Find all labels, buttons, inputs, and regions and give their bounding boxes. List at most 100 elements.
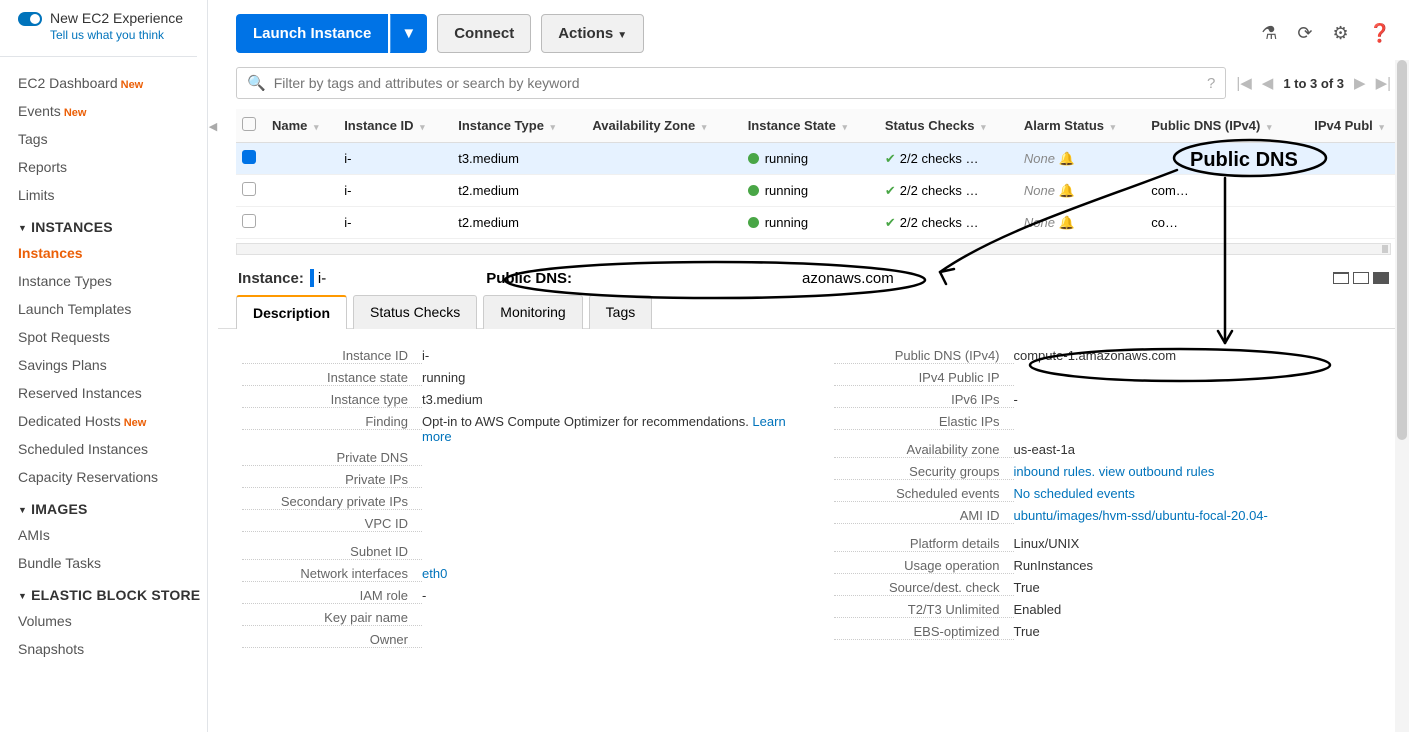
desc-key: Usage operation xyxy=(834,558,1014,574)
desc-link[interactable]: inbound rules. view outbound rules xyxy=(1014,464,1215,479)
desc-key: EBS-optimized xyxy=(834,624,1014,640)
col-availability-zone[interactable]: Availability Zone ▾ xyxy=(586,109,741,143)
desc-value: RunInstances xyxy=(1014,558,1386,574)
experiment-icon[interactable]: ⚗ xyxy=(1261,23,1277,44)
desc-value: No scheduled events xyxy=(1014,486,1386,502)
desc-row: Public DNS (IPv4)compute-1.amazonaws.com xyxy=(834,345,1386,367)
sidebar-item-reports[interactable]: Reports xyxy=(18,153,207,181)
sidebar-item-snapshots[interactable]: Snapshots xyxy=(18,635,207,663)
desc-value: Linux/UNIX xyxy=(1014,536,1386,552)
vertical-scrollbar[interactable] xyxy=(1395,60,1409,732)
sidebar-item-instances[interactable]: Instances xyxy=(18,239,207,267)
layout-full-icon[interactable] xyxy=(1373,272,1389,284)
layout-icons[interactable] xyxy=(1333,272,1389,284)
desc-row: Source/dest. checkTrue xyxy=(834,577,1386,599)
row-checkbox[interactable] xyxy=(242,150,256,164)
desc-link[interactable]: eth0 xyxy=(422,566,447,581)
desc-value xyxy=(422,450,794,466)
sidebar-collapse[interactable]: ◀ xyxy=(208,0,218,732)
desc-link[interactable]: Learn more xyxy=(422,414,786,444)
pager-first-icon[interactable]: |◀ xyxy=(1236,74,1251,92)
desc-value: Enabled xyxy=(1014,602,1386,618)
launch-dropdown-button[interactable]: ▼ xyxy=(390,14,427,53)
desc-value xyxy=(422,472,794,488)
status-dot-icon xyxy=(748,217,759,228)
horizontal-scrollbar[interactable] xyxy=(236,243,1391,255)
sidebar-item-bundle-tasks[interactable]: Bundle Tasks xyxy=(18,549,207,577)
tab-tags[interactable]: Tags xyxy=(589,295,653,329)
col-instance-state[interactable]: Instance State ▾ xyxy=(742,109,879,143)
sidebar-item-launch-templates[interactable]: Launch Templates xyxy=(18,295,207,323)
search-box[interactable]: 🔍 ? xyxy=(236,67,1226,99)
desc-key: VPC ID xyxy=(242,516,422,532)
sidebar-item-ec2-dashboard[interactable]: EC2 DashboardNew xyxy=(18,69,207,97)
sidebar-item-volumes[interactable]: Volumes xyxy=(18,607,207,635)
bell-icon[interactable]: 🔔 xyxy=(1059,183,1075,198)
col-instance-id[interactable]: Instance ID ▾ xyxy=(338,109,452,143)
row-checkbox[interactable] xyxy=(242,214,256,228)
desc-value: running xyxy=(422,370,794,386)
table-row[interactable]: i-t2.mediumrunning✔2/2 checks …None 🔔co… xyxy=(236,207,1409,239)
search-input[interactable] xyxy=(274,75,1207,91)
table-row[interactable]: i-t2.mediumrunning✔2/2 checks …None 🔔com… xyxy=(236,175,1409,207)
col-public-dns-ipv4-[interactable]: Public DNS (IPv4) ▾ xyxy=(1145,109,1308,143)
desc-value: True xyxy=(1014,580,1386,596)
col-name[interactable]: Name ▾ xyxy=(266,109,338,143)
layout-top-icon[interactable] xyxy=(1333,272,1349,284)
sidebar-item-capacity-reservations[interactable]: Capacity Reservations xyxy=(18,463,207,491)
col-instance-type[interactable]: Instance Type ▾ xyxy=(452,109,586,143)
tab-status-checks[interactable]: Status Checks xyxy=(353,295,477,329)
desc-key: Public DNS (IPv4) xyxy=(834,348,1014,364)
sidebar-item-savings-plans[interactable]: Savings Plans xyxy=(18,351,207,379)
tab-monitoring[interactable]: Monitoring xyxy=(483,295,582,329)
section-images[interactable]: IMAGES xyxy=(18,491,207,521)
actions-button[interactable]: Actions▼ xyxy=(541,14,644,53)
bell-icon[interactable]: 🔔 xyxy=(1059,215,1075,230)
sidebar-item-instance-types[interactable]: Instance Types xyxy=(18,267,207,295)
tab-description[interactable]: Description xyxy=(236,295,347,329)
connect-button[interactable]: Connect xyxy=(437,14,531,53)
desc-row: Platform detailsLinux/UNIX xyxy=(834,533,1386,555)
pager-last-icon[interactable]: ▶| xyxy=(1376,74,1391,92)
layout-split-icon[interactable] xyxy=(1353,272,1369,284)
help-icon[interactable]: ❓ xyxy=(1369,23,1391,44)
new-exp-sub[interactable]: Tell us what you think xyxy=(50,28,183,42)
sidebar-item-amis[interactable]: AMIs xyxy=(18,521,207,549)
desc-row: Subnet ID xyxy=(242,541,794,563)
check-ok-icon: ✔ xyxy=(885,151,896,166)
select-all-checkbox[interactable] xyxy=(236,109,266,143)
desc-key: Instance ID xyxy=(242,348,422,364)
row-checkbox[interactable] xyxy=(242,182,256,196)
desc-key: IPv6 IPs xyxy=(834,392,1014,408)
desc-value xyxy=(1014,370,1386,386)
sidebar: New EC2 Experience Tell us what you thin… xyxy=(0,0,208,732)
sidebar-item-spot-requests[interactable]: Spot Requests xyxy=(18,323,207,351)
section-ebs[interactable]: ELASTIC BLOCK STORE xyxy=(18,577,207,607)
pager-next-icon[interactable]: ▶ xyxy=(1354,74,1366,92)
desc-value: eth0 xyxy=(422,566,794,582)
col-status-checks[interactable]: Status Checks ▾ xyxy=(879,109,1018,143)
desc-row: Key pair name xyxy=(242,607,794,629)
col-ipv4-publ[interactable]: IPv4 Publ ▾ xyxy=(1308,109,1409,143)
sidebar-item-scheduled-instances[interactable]: Scheduled Instances xyxy=(18,435,207,463)
sidebar-item-events[interactable]: EventsNew xyxy=(18,97,207,125)
desc-link[interactable]: ubuntu/images/hvm-ssd/ubuntu-focal-20.04… xyxy=(1014,508,1268,523)
toggle-icon[interactable] xyxy=(18,12,42,26)
desc-key: Availability zone xyxy=(834,442,1014,458)
desc-row: IAM role- xyxy=(242,585,794,607)
desc-value xyxy=(422,516,794,532)
sidebar-item-reserved-instances[interactable]: Reserved Instances xyxy=(18,379,207,407)
launch-instance-button[interactable]: Launch Instance xyxy=(236,14,388,53)
col-alarm-status[interactable]: Alarm Status ▾ xyxy=(1018,109,1145,143)
sidebar-item-dedicated-hosts[interactable]: Dedicated HostsNew xyxy=(18,407,207,435)
table-row[interactable]: i-t3.mediumrunning✔2/2 checks …None 🔔 xyxy=(236,143,1409,175)
pager-prev-icon[interactable]: ◀ xyxy=(1262,74,1274,92)
sidebar-item-limits[interactable]: Limits xyxy=(18,181,207,209)
refresh-icon[interactable]: ⟳ xyxy=(1297,23,1312,44)
search-help-icon[interactable]: ? xyxy=(1207,75,1215,92)
bell-icon[interactable]: 🔔 xyxy=(1059,151,1075,166)
sidebar-item-tags[interactable]: Tags xyxy=(18,125,207,153)
gear-icon[interactable]: ⚙ xyxy=(1332,23,1348,44)
section-instances[interactable]: INSTANCES xyxy=(18,209,207,239)
desc-link[interactable]: No scheduled events xyxy=(1014,486,1135,501)
